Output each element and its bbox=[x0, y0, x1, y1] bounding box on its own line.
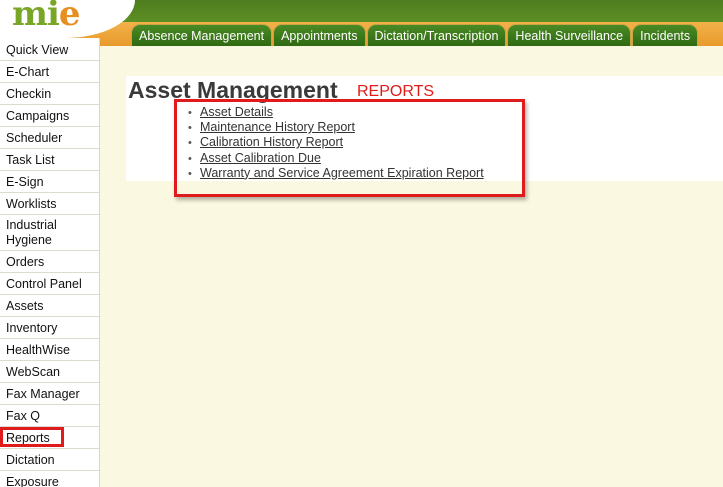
sidebar-item-e-sign[interactable]: E-Sign bbox=[0, 171, 99, 193]
sidebar-item-fax-q[interactable]: Fax Q bbox=[0, 405, 99, 427]
tab-dictation-transcription[interactable]: Dictation/Transcription bbox=[366, 24, 507, 46]
sidebar-item-assets[interactable]: Assets bbox=[0, 295, 99, 317]
sidebar-item-quick-view[interactable]: Quick View bbox=[0, 39, 99, 61]
sidebar-item-control-panel[interactable]: Control Panel bbox=[0, 273, 99, 295]
logo-text-main: mi bbox=[12, 0, 60, 34]
sidebar-item-campaigns[interactable]: Campaigns bbox=[0, 105, 99, 127]
sidebar-item-reports[interactable]: Reports bbox=[0, 427, 99, 449]
sidebar-item-exposure[interactable]: Exposure bbox=[0, 471, 99, 487]
sidebar-item-dictation[interactable]: Dictation bbox=[0, 449, 99, 471]
sidebar-item-healthwise[interactable]: HealthWise bbox=[0, 339, 99, 361]
tab-incidents[interactable]: Incidents bbox=[632, 24, 699, 46]
sidebar-item-fax-manager[interactable]: Fax Manager bbox=[0, 383, 99, 405]
sidebar-item-task-list[interactable]: Task List bbox=[0, 149, 99, 171]
reports-highlight-frame bbox=[174, 99, 525, 197]
sidebar-item-checkin[interactable]: Checkin bbox=[0, 83, 99, 105]
module-tabs: Absence Management Appointments Dictatio… bbox=[131, 24, 699, 46]
sidebar-item-scheduler[interactable]: Scheduler bbox=[0, 127, 99, 149]
tab-absence-management[interactable]: Absence Management bbox=[131, 24, 273, 46]
logo-text: mie bbox=[12, 0, 81, 34]
tab-appointments[interactable]: Appointments bbox=[273, 24, 366, 46]
sidebar-item-worklists[interactable]: Worklists bbox=[0, 193, 99, 215]
sidebar-item-e-chart[interactable]: E-Chart bbox=[0, 61, 99, 83]
tab-health-surveillance[interactable]: Health Surveillance bbox=[507, 24, 632, 46]
sidebar-item-orders[interactable]: Orders bbox=[0, 251, 99, 273]
sidebar-item-webscan[interactable]: WebScan bbox=[0, 361, 99, 383]
sidebar-item-industrial-hygiene[interactable]: Industrial Hygiene bbox=[0, 215, 99, 251]
logo-text-accent: e bbox=[58, 0, 81, 34]
sidebar-item-inventory[interactable]: Inventory bbox=[0, 317, 99, 339]
